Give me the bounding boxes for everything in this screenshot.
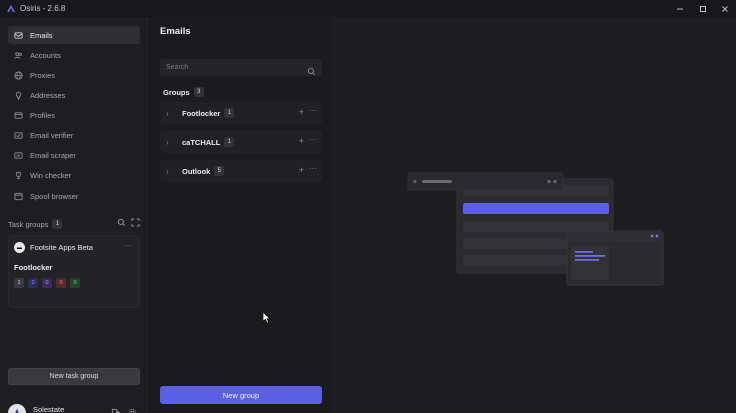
sidebar-item-spoof-browser[interactable]: Spoof browser	[8, 187, 140, 205]
maximize-button[interactable]	[692, 0, 714, 17]
sidebar-item-proxies[interactable]: Proxies	[8, 66, 140, 84]
sidebar-item-profiles[interactable]: Profiles	[8, 106, 140, 124]
sidebar-item-label: Addresses	[30, 90, 66, 100]
sidebar: Emails Accounts Proxies Addresses Profil…	[0, 17, 148, 413]
user-logo-icon	[15, 409, 19, 413]
sidebar-item-win-checker[interactable]: Win checker	[8, 166, 140, 184]
sidebar-item-addresses[interactable]: Addresses	[8, 86, 140, 104]
sidebar-item-label: Email scraper	[30, 150, 76, 160]
more-options-icon[interactable]: ···	[309, 135, 317, 144]
task-group-name: Footsite Apps Beta	[30, 243, 93, 252]
groups-header: Groups 3	[163, 87, 204, 97]
groups-count: 3	[193, 87, 204, 97]
group-count: 1	[224, 108, 235, 118]
close-icon	[722, 5, 728, 12]
app-window: Osiris - 2.6.8 Emails Accounts Proxies A…	[0, 0, 736, 413]
status-count-success: 0	[70, 278, 80, 288]
add-icon[interactable]: +	[299, 107, 304, 117]
chevron-right-icon[interactable]: ›	[166, 138, 178, 147]
sidebar-item-label: Accounts	[30, 50, 61, 60]
email-group-row[interactable]: › caTCHALL 1 + ···	[160, 131, 322, 153]
avatar[interactable]	[8, 404, 26, 413]
empty-state-illustration	[407, 172, 664, 286]
mail-icon	[14, 31, 23, 40]
user-profile: Solestate #6206	[8, 404, 140, 413]
more-options-icon[interactable]: ···	[124, 241, 132, 250]
sidebar-item-emails[interactable]: Emails	[8, 26, 140, 44]
users-icon	[14, 51, 23, 60]
group-name: Outlook	[182, 166, 211, 176]
browser-icon	[14, 192, 23, 201]
search-icon	[307, 63, 316, 81]
task-group-card[interactable]: ▬ Footsite Apps Beta ··· Footlocker 1 0 …	[8, 235, 140, 308]
page-title: Emails	[160, 26, 191, 37]
sidebar-item-accounts[interactable]: Accounts	[8, 46, 140, 64]
sidebar-item-label: Win checker	[30, 170, 72, 180]
title-bar: Osiris - 2.6.8	[0, 0, 736, 17]
minimize-icon	[677, 8, 683, 9]
emails-panel: Emails Groups 3 › Footlocker 1 + ··· › c…	[149, 17, 331, 413]
mail-check-icon	[14, 131, 23, 140]
task-groups-label: Task groups	[8, 219, 49, 229]
task-group-store: Footlocker	[14, 263, 53, 272]
status-count-waiting: 0	[42, 278, 52, 288]
user-name: Solestate	[33, 405, 65, 413]
search-box	[160, 59, 322, 76]
globe-icon	[14, 70, 23, 80]
mail-scrape-icon	[14, 151, 23, 160]
search-input[interactable]	[166, 64, 301, 71]
group-name: caTCHALL	[182, 137, 221, 147]
window-title: Osiris - 2.6.8	[20, 4, 66, 13]
footsite-app-icon: ▬	[14, 242, 25, 253]
groups-label: Groups	[163, 87, 190, 97]
maximize-icon	[700, 5, 706, 12]
mouse-cursor-icon	[262, 311, 271, 324]
chevron-right-icon[interactable]: ›	[166, 167, 178, 176]
card-icon	[14, 111, 23, 120]
more-options-icon[interactable]: ···	[309, 164, 317, 173]
group-count: 5	[214, 166, 225, 176]
chevron-right-icon[interactable]: ›	[166, 109, 178, 118]
status-count-running: 0	[28, 278, 38, 288]
add-icon[interactable]: +	[299, 136, 304, 146]
sidebar-item-label: Email verifier	[30, 130, 74, 140]
status-count-failed: 0	[56, 278, 66, 288]
new-task-group-button[interactable]: New task group	[8, 368, 140, 385]
email-group-row[interactable]: › Outlook 5 + ···	[160, 160, 322, 182]
new-group-button[interactable]: New group	[160, 386, 322, 404]
email-group-row[interactable]: › Footlocker 1 + ···	[160, 102, 322, 124]
sidebar-item-label: Profiles	[30, 110, 56, 120]
sidebar-item-label: Spoof browser	[30, 191, 79, 201]
status-count-total: 1	[14, 278, 24, 288]
osiris-logo-icon	[7, 4, 15, 12]
sidebar-item-email-verifier[interactable]: Email verifier	[8, 126, 140, 144]
detail-panel	[331, 17, 736, 413]
trophy-icon	[14, 171, 23, 180]
close-button[interactable]	[714, 0, 736, 17]
search-icon[interactable]	[117, 218, 126, 227]
task-status-counts: 1 0 0 0 0	[14, 278, 80, 288]
sidebar-item-label: Proxies	[30, 70, 56, 80]
sidebar-item-label: Emails	[30, 30, 53, 40]
group-name: Footlocker	[182, 108, 221, 118]
group-count: 1	[224, 137, 235, 147]
expand-icon[interactable]	[131, 218, 140, 227]
more-options-icon[interactable]: ···	[309, 106, 317, 115]
task-groups-header: Task groups 1	[8, 218, 140, 230]
sidebar-item-email-scraper[interactable]: Email scraper	[8, 146, 140, 164]
logout-icon[interactable]	[111, 408, 120, 413]
pin-icon	[14, 91, 23, 100]
task-groups-count: 1	[52, 219, 63, 229]
gear-icon[interactable]	[128, 408, 137, 413]
add-icon[interactable]: +	[299, 165, 304, 175]
minimize-button[interactable]	[669, 0, 691, 17]
